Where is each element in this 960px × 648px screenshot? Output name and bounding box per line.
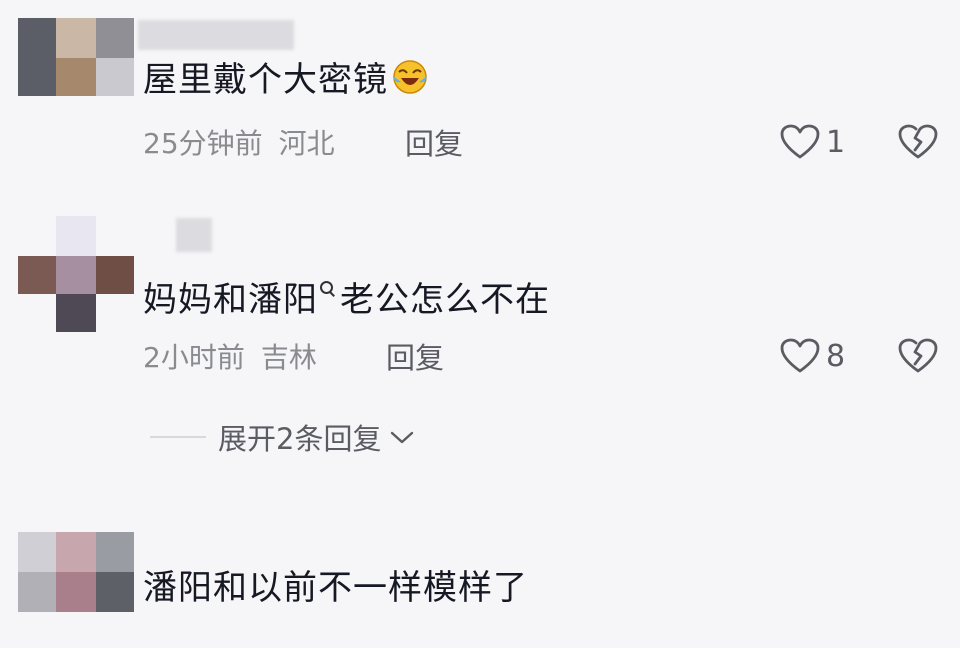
username-blurred[interactable]: [138, 20, 294, 50]
dislike-button[interactable]: [898, 338, 938, 378]
heart-icon: [780, 338, 820, 373]
chevron-down-icon: [391, 431, 414, 444]
broken-heart-icon: [898, 124, 938, 159]
like-count: 1: [826, 124, 846, 160]
like-button[interactable]: 8: [780, 338, 845, 374]
comment-text: 妈妈和潘阳 老公怎么不在: [143, 280, 550, 320]
like-button[interactable]: 1: [780, 124, 845, 160]
expand-replies-button[interactable]: 展开2条回复: [150, 416, 415, 458]
comment-location: 吉林: [260, 341, 317, 374]
username-blurred[interactable]: [176, 218, 212, 252]
comment-time: 25分钟前: [143, 127, 263, 160]
expand-replies-label: 展开2条回复: [218, 422, 382, 456]
avatar[interactable]: [18, 18, 134, 134]
avatar[interactable]: [18, 532, 134, 648]
avatar[interactable]: [18, 216, 134, 332]
dislike-button[interactable]: [898, 124, 938, 164]
laughing-crying-emoji-icon: [393, 60, 427, 94]
broken-heart-icon: [898, 338, 938, 373]
like-count: 8: [826, 338, 846, 374]
search-icon[interactable]: [320, 281, 336, 297]
reply-button[interactable]: 回复: [386, 340, 444, 376]
divider: [150, 436, 206, 438]
comment-text: 潘阳和以前不一样模样了: [143, 568, 528, 608]
comment-text: 屋里戴个大密镜: [143, 58, 430, 102]
comment-time: 2小时前: [143, 341, 245, 374]
mention-link[interactable]: 潘阳: [248, 280, 318, 320]
reply-button[interactable]: 回复: [405, 126, 463, 162]
heart-icon: [780, 124, 820, 159]
comment-meta: 2小时前 吉林: [143, 340, 317, 376]
comment-meta: 25分钟前 河北: [143, 126, 335, 162]
comment-location: 河北: [278, 127, 335, 160]
